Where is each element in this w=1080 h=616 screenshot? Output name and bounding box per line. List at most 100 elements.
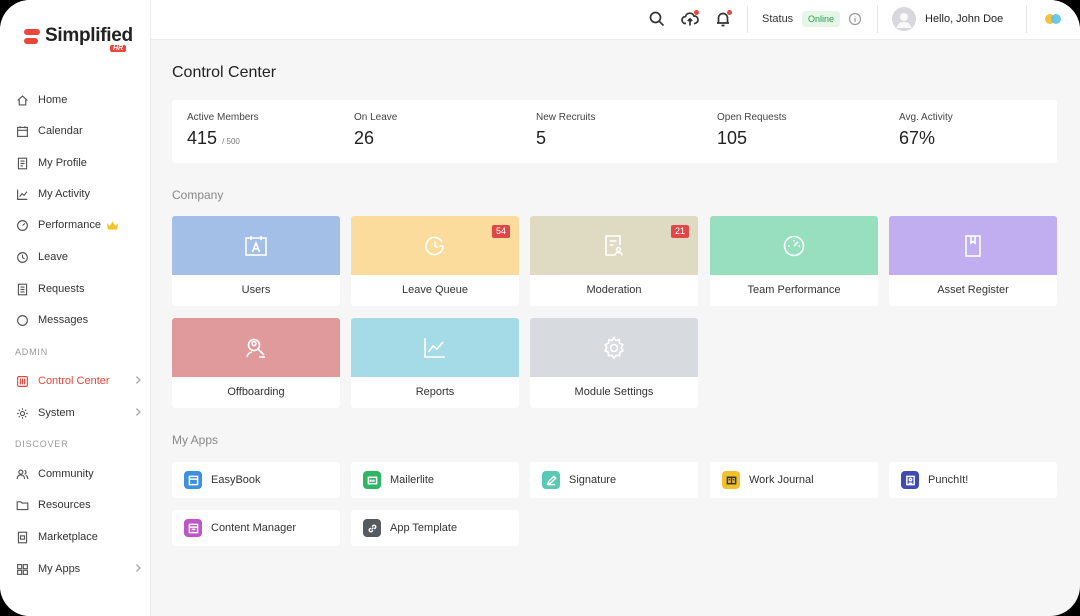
tile-module-settings[interactable]: Module Settings bbox=[530, 318, 698, 408]
stat-open-requests: Open Requests 105 bbox=[717, 112, 787, 149]
tile-label: Asset Register bbox=[937, 284, 1009, 296]
sidebar-item-my-profile[interactable]: My Profile bbox=[0, 151, 151, 175]
control-panel-icon bbox=[16, 375, 29, 388]
status-badge[interactable]: Online bbox=[802, 11, 841, 27]
section-label-admin: ADMIN bbox=[15, 347, 48, 357]
layout-icon bbox=[184, 519, 202, 537]
pen-icon bbox=[542, 471, 560, 489]
app-content-manager[interactable]: Content Manager bbox=[172, 510, 340, 546]
sidebar-item-my-apps[interactable]: My Apps bbox=[0, 557, 151, 581]
tile-moderation[interactable]: 21 Moderation bbox=[530, 216, 698, 306]
logo[interactable]: Simplified HR bbox=[24, 25, 134, 57]
app-signature[interactable]: Signature bbox=[530, 462, 698, 498]
book-icon bbox=[184, 471, 202, 489]
gear-icon bbox=[16, 407, 29, 420]
tile-team-performance[interactable]: Team Performance bbox=[710, 216, 878, 306]
sidebar-item-label: Resources bbox=[38, 499, 91, 511]
logo-mark-icon bbox=[24, 29, 40, 45]
sidebar-item-label: Messages bbox=[38, 314, 89, 326]
tile-banner bbox=[172, 216, 340, 275]
gauge-icon bbox=[16, 219, 29, 232]
link-icon bbox=[363, 519, 381, 537]
section-label-discover: DISCOVER bbox=[15, 439, 69, 449]
sidebar-item-resources[interactable]: Resources bbox=[0, 493, 151, 517]
header-divider bbox=[1026, 6, 1027, 33]
avatar[interactable] bbox=[892, 7, 916, 31]
sidebar-item-control-center[interactable]: Control Center bbox=[0, 369, 151, 393]
logo-text: Simplified bbox=[45, 25, 133, 46]
stat-new-recruits: New Recruits 5 bbox=[536, 112, 595, 149]
users-icon bbox=[16, 468, 29, 481]
tile-users[interactable]: Users bbox=[172, 216, 340, 306]
stat-active-members: Active Members 415 / 500 bbox=[187, 112, 259, 149]
journal-icon bbox=[722, 471, 740, 489]
sidebar-item-system[interactable]: System bbox=[0, 401, 151, 425]
stat-avg-activity: Avg. Activity 67% bbox=[899, 112, 953, 149]
clock-arrow-icon bbox=[425, 236, 444, 255]
tile-banner bbox=[710, 216, 878, 275]
sidebar-item-home[interactable]: Home bbox=[0, 88, 151, 112]
status-label: Status bbox=[762, 13, 794, 25]
sidebar-item-my-activity[interactable]: My Activity bbox=[0, 182, 151, 206]
section-title-my-apps: My Apps bbox=[172, 433, 219, 447]
tile-leave-queue[interactable]: 54 Leave Queue bbox=[351, 216, 519, 306]
app-app-template[interactable]: App Template bbox=[351, 510, 519, 546]
sidebar: Simplified HR Home Calendar My Profile M… bbox=[0, 0, 151, 616]
chevron-right-icon bbox=[133, 563, 143, 573]
sidebar-item-label: My Profile bbox=[38, 157, 87, 169]
app-label: Content Manager bbox=[211, 522, 296, 534]
sidebar-item-label: Requests bbox=[38, 283, 85, 295]
page-title: Control Center bbox=[172, 64, 277, 81]
header-divider bbox=[747, 6, 748, 33]
app-label: App Template bbox=[390, 522, 458, 534]
app-easybook[interactable]: EasyBook bbox=[172, 462, 340, 498]
app-window: Simplified HR Home Calendar My Profile M… bbox=[0, 0, 1080, 616]
chevron-right-icon bbox=[133, 407, 143, 417]
app-mailerlite[interactable]: Mailerlite bbox=[351, 462, 519, 498]
clock-icon bbox=[16, 251, 29, 264]
tile-reports[interactable]: Reports bbox=[351, 318, 519, 408]
stat-suffix: / 500 bbox=[222, 137, 240, 146]
section-title-company: Company bbox=[172, 188, 224, 202]
sidebar-item-label: Control Center bbox=[38, 375, 110, 387]
tile-offboarding[interactable]: Offboarding bbox=[172, 318, 340, 408]
app-label: PunchIt! bbox=[928, 474, 969, 486]
sidebar-item-performance[interactable]: Performance bbox=[0, 213, 151, 237]
sidebar-item-label: My Apps bbox=[38, 563, 81, 575]
tile-label: Team Performance bbox=[747, 284, 841, 296]
app-punchit[interactable]: PunchIt! bbox=[889, 462, 1057, 498]
sidebar-item-label: Community bbox=[38, 468, 94, 480]
stat-on-leave: On Leave 26 bbox=[354, 112, 397, 149]
search-icon[interactable] bbox=[648, 10, 666, 28]
app-label: EasyBook bbox=[211, 474, 261, 486]
user-search-icon bbox=[246, 338, 265, 358]
stats-bar: Active Members 415 / 500 On Leave 26 New… bbox=[172, 100, 1057, 163]
grid-icon bbox=[16, 563, 29, 576]
tile-label: Module Settings bbox=[574, 386, 654, 398]
gauge-icon bbox=[783, 235, 805, 256]
folder-icon bbox=[16, 499, 29, 512]
sidebar-item-community[interactable]: Community bbox=[0, 462, 151, 486]
app-switcher-icon[interactable] bbox=[1045, 13, 1063, 25]
tile-banner bbox=[530, 318, 698, 377]
app-label: Mailerlite bbox=[390, 474, 435, 486]
mail-icon bbox=[363, 471, 381, 489]
header-divider bbox=[877, 6, 878, 33]
sidebar-item-requests[interactable]: Requests bbox=[0, 277, 151, 301]
tile-asset-register[interactable]: Asset Register bbox=[889, 216, 1057, 306]
notification-dot bbox=[727, 10, 732, 15]
sidebar-item-calendar[interactable]: Calendar bbox=[0, 119, 151, 143]
sidebar-item-leave[interactable]: Leave bbox=[0, 245, 151, 269]
chat-bubble-icon bbox=[16, 314, 29, 327]
tile-label: Offboarding bbox=[227, 386, 285, 398]
app-work-journal[interactable]: Work Journal bbox=[710, 462, 878, 498]
info-icon[interactable] bbox=[848, 12, 862, 26]
sidebar-item-marketplace[interactable]: Marketplace bbox=[0, 525, 151, 549]
crown-icon bbox=[106, 220, 119, 230]
cloud-upload-icon[interactable] bbox=[681, 10, 699, 28]
sidebar-item-label: System bbox=[38, 407, 75, 419]
app-label: Signature bbox=[569, 474, 617, 486]
bell-icon[interactable] bbox=[714, 10, 732, 28]
sidebar-item-messages[interactable]: Messages bbox=[0, 308, 151, 332]
user-greeting[interactable]: Hello, John Doe bbox=[925, 13, 1003, 25]
